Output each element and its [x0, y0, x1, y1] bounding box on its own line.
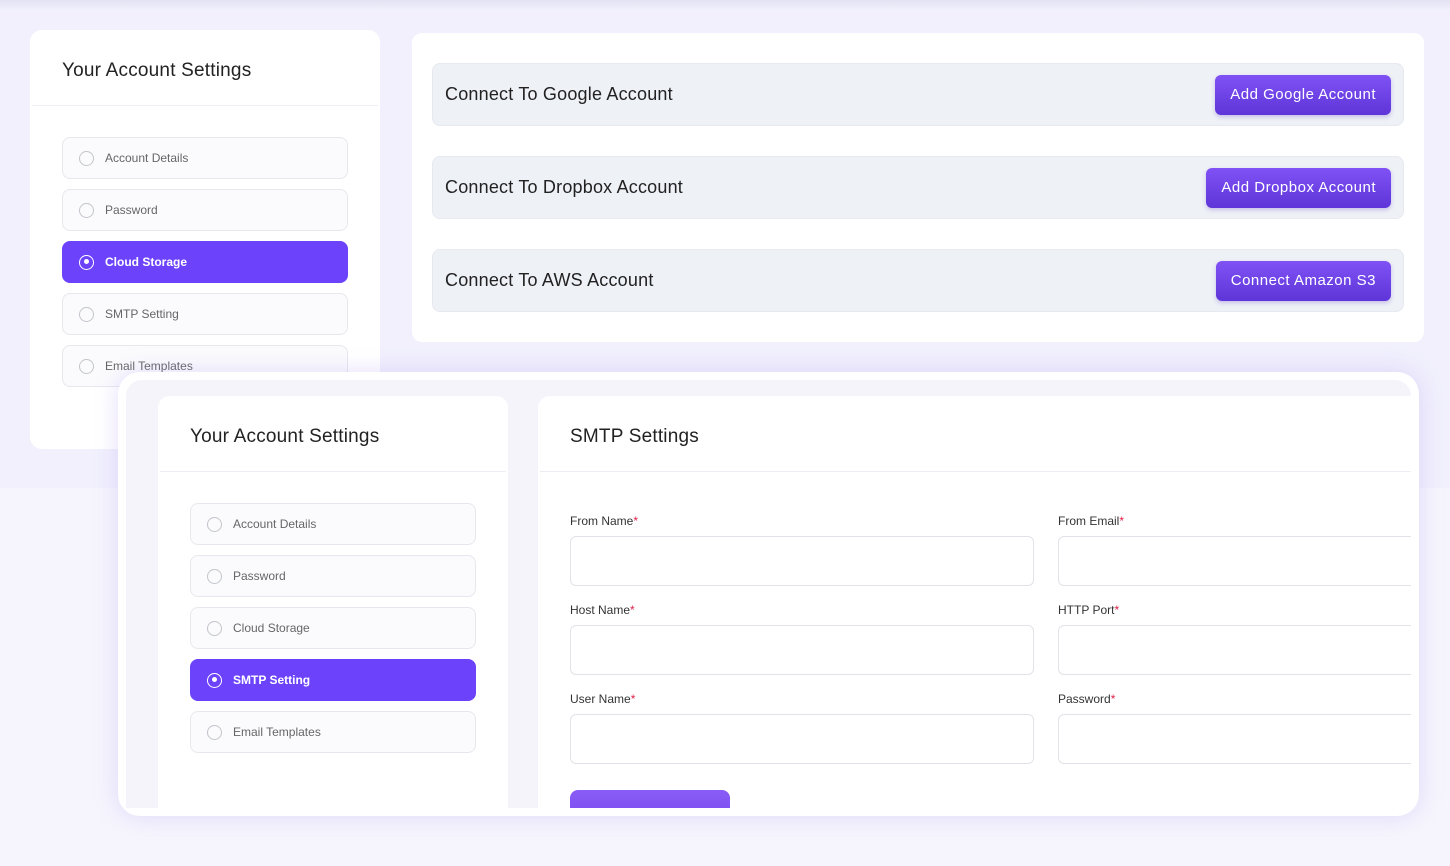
- menu-item-smtp-setting[interactable]: SMTP Setting: [190, 659, 476, 701]
- radio-icon: [79, 202, 94, 218]
- radio-icon: [79, 306, 94, 322]
- settings-menu: Account Details Password Cloud Storage S…: [62, 137, 348, 397]
- required-mark: *: [630, 603, 635, 617]
- menu-item-email-templates[interactable]: Email Templates: [190, 711, 476, 753]
- required-mark: *: [633, 514, 639, 528]
- menu-item-password[interactable]: Password: [190, 555, 476, 597]
- radio-icon: [207, 516, 222, 532]
- radio-selected-icon: [79, 254, 94, 270]
- from-email-input[interactable]: [1058, 536, 1411, 586]
- menu-item-label: Cloud Storage: [233, 621, 310, 635]
- required-mark: *: [1114, 603, 1120, 617]
- header-shadow: [0, 0, 1450, 10]
- field-label-text: HTTP Port: [1058, 603, 1115, 617]
- menu-item-label: Account Details: [233, 517, 317, 531]
- menu-item-label: Password: [105, 203, 158, 217]
- menu-item-label: Account Details: [105, 151, 189, 165]
- settings-menu: Account Details Password Cloud Storage S…: [190, 503, 476, 763]
- dropbox-connect-label: Connect To Dropbox Account: [445, 177, 684, 197]
- aws-connect-row: Connect To AWS Account Connect Amazon S3: [432, 249, 1404, 312]
- field-label-text: Host Name: [570, 603, 631, 617]
- host-name-input[interactable]: [570, 625, 1034, 675]
- cloud-storage-panel: Connect To Google Account Add Google Acc…: [412, 33, 1424, 342]
- menu-item-label: Cloud Storage: [105, 255, 188, 269]
- from-name-label: From Name*: [570, 514, 638, 528]
- host-name-label: Host Name*: [570, 603, 635, 617]
- menu-item-smtp-setting[interactable]: SMTP Setting: [62, 293, 348, 335]
- http-port-input[interactable]: [1058, 625, 1411, 675]
- menu-item-label: SMTP Setting: [105, 307, 179, 321]
- divider: [160, 471, 506, 472]
- required-mark: *: [630, 692, 636, 706]
- sidebar-title: Your Account Settings: [190, 426, 380, 447]
- radio-selected-icon: [207, 672, 222, 688]
- menu-item-cloud-storage[interactable]: Cloud Storage: [62, 241, 348, 283]
- field-label-text: From Name: [570, 514, 634, 528]
- add-dropbox-account-button[interactable]: Add Dropbox Account: [1206, 167, 1391, 208]
- menu-item-label: Email Templates: [105, 359, 193, 373]
- field-label-text: From Email: [1058, 514, 1120, 528]
- account-settings-sidebar: Your Account Settings Account Details Pa…: [158, 396, 508, 808]
- user-name-label: User Name*: [570, 692, 635, 706]
- menu-item-label: Password: [233, 569, 286, 583]
- divider: [32, 105, 378, 106]
- radio-icon: [207, 620, 222, 636]
- required-mark: *: [1119, 514, 1125, 528]
- smtp-preview-window: Your Account Settings Account Details Pa…: [118, 372, 1419, 816]
- password-input[interactable]: [1058, 714, 1411, 764]
- save-smtp-button[interactable]: [570, 790, 730, 808]
- radio-icon: [79, 150, 94, 166]
- sidebar-title: Your Account Settings: [62, 60, 252, 81]
- dropbox-connect-row: Connect To Dropbox Account Add Dropbox A…: [432, 156, 1404, 219]
- smtp-settings-panel: SMTP Settings From Name* From Email* Hos…: [538, 396, 1411, 808]
- from-name-input[interactable]: [570, 536, 1034, 586]
- menu-item-account-details[interactable]: Account Details: [190, 503, 476, 545]
- divider: [540, 471, 1411, 472]
- google-connect-row: Connect To Google Account Add Google Acc…: [432, 63, 1404, 126]
- radio-icon: [207, 568, 222, 584]
- password-label: Password*: [1058, 692, 1115, 706]
- required-mark: *: [1110, 692, 1116, 706]
- aws-connect-label: Connect To AWS Account: [445, 270, 654, 290]
- menu-item-label: Email Templates: [233, 725, 321, 739]
- from-email-label: From Email*: [1058, 514, 1124, 528]
- radio-icon: [207, 724, 222, 740]
- menu-item-password[interactable]: Password: [62, 189, 348, 231]
- user-name-input[interactable]: [570, 714, 1034, 764]
- menu-item-label: SMTP Setting: [233, 673, 311, 687]
- field-label-text: Password: [1058, 692, 1111, 706]
- field-label-text: User Name: [570, 692, 631, 706]
- connect-amazon-s3-button[interactable]: Connect Amazon S3: [1215, 260, 1391, 301]
- smtp-settings-title: SMTP Settings: [570, 426, 699, 447]
- menu-item-cloud-storage[interactable]: Cloud Storage: [190, 607, 476, 649]
- add-google-account-button[interactable]: Add Google Account: [1215, 74, 1391, 115]
- preview-viewport: Your Account Settings Account Details Pa…: [126, 380, 1411, 808]
- radio-icon: [79, 358, 94, 374]
- http-port-label: HTTP Port*: [1058, 603, 1119, 617]
- google-connect-label: Connect To Google Account: [445, 84, 673, 104]
- menu-item-account-details[interactable]: Account Details: [62, 137, 348, 179]
